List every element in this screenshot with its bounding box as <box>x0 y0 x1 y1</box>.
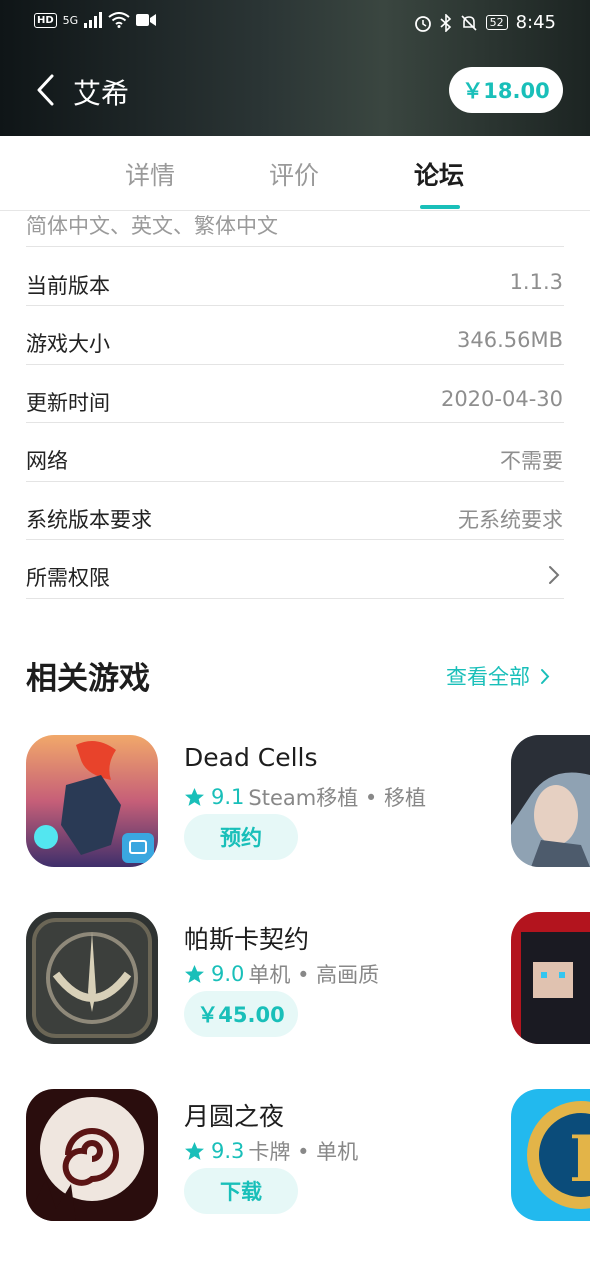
divider <box>26 539 564 540</box>
version-label: 当前版本 <box>26 274 110 298</box>
game-item[interactable]: 月圆之夜 9.3 卡牌 • 单机 下载 <box>26 1089 516 1221</box>
buy-price-button[interactable]: ￥18.00 <box>449 67 563 113</box>
signal-icon <box>84 12 103 28</box>
next-game-icon[interactable] <box>511 912 590 1044</box>
see-all-label: 查看全部 <box>446 665 530 689</box>
battery-level: 52 <box>485 15 508 30</box>
tab-bar: 详情 评价 论坛 <box>0 136 590 211</box>
chevron-right-icon <box>541 668 550 684</box>
game-meta: 9.0 单机 • 高画质 <box>184 959 379 989</box>
chevron-right-icon[interactable] <box>548 565 560 585</box>
divider <box>26 305 564 306</box>
divider <box>26 364 564 365</box>
hd-badge: HD <box>34 12 57 28</box>
divider <box>26 422 564 423</box>
game-item[interactable]: Dead Cells 9.1 Steam移植 • 移植 预约 <box>26 735 516 867</box>
clock: 8:45 <box>515 12 556 33</box>
network-label: 5G <box>62 13 79 27</box>
dead-cells-icon[interactable] <box>26 735 158 867</box>
app-header: HD 5G 52 8:45 艾希 ￥18.00 <box>0 0 590 136</box>
alarm-icon <box>414 15 431 32</box>
status-left: HD 5G <box>34 12 157 28</box>
wifi-icon <box>108 12 130 28</box>
system-req-label: 系统版本要求 <box>26 508 152 532</box>
version-value: 1.1.3 <box>509 270 563 294</box>
size-value: 346.56MB <box>456 328 563 352</box>
divider <box>26 246 564 247</box>
price-button[interactable]: ￥45.00 <box>184 991 298 1037</box>
game-score: 9.1 <box>211 785 245 809</box>
star-icon <box>185 964 204 983</box>
next-game-icon[interactable]: L <box>511 1089 590 1221</box>
svg-text:L: L <box>569 1122 590 1197</box>
divider <box>26 481 564 482</box>
game-tags: Steam移植 • 移植 <box>248 786 426 810</box>
divider <box>26 598 564 599</box>
permissions-row[interactable]: 所需权限 <box>26 562 110 592</box>
page-title: 艾希 <box>73 77 130 110</box>
size-label: 游戏大小 <box>26 332 110 356</box>
game-tags: 单机 • 高画质 <box>248 963 380 987</box>
star-icon <box>185 1141 204 1160</box>
video-icon <box>136 14 157 26</box>
mute-bell-icon <box>461 14 477 31</box>
game-name: 帕斯卡契约 <box>184 925 310 954</box>
pascals-wager-icon[interactable] <box>26 912 158 1044</box>
update-time-value: 2020-04-30 <box>440 387 563 411</box>
status-bar: HD 5G 52 8:45 <box>0 0 590 44</box>
game-score: 9.3 <box>211 1139 245 1163</box>
reserve-button[interactable]: 预约 <box>184 814 298 860</box>
game-name: Dead Cells <box>184 743 318 772</box>
tab-forum[interactable]: 论坛 <box>414 156 464 192</box>
back-arrow-icon[interactable] <box>34 72 56 108</box>
update-time-label: 更新时间 <box>26 391 110 415</box>
system-req-value: 无系统要求 <box>458 508 563 532</box>
game-tags: 卡牌 • 单机 <box>248 1140 359 1164</box>
game-name: 月圆之夜 <box>184 1102 285 1131</box>
game-meta: 9.1 Steam移植 • 移植 <box>184 782 426 812</box>
download-button[interactable]: 下载 <box>184 1168 298 1214</box>
tab-details[interactable]: 详情 <box>125 156 175 192</box>
tab-reviews[interactable]: 评价 <box>269 156 319 192</box>
status-right: 52 8:45 <box>414 12 556 33</box>
full-moon-night-icon[interactable] <box>26 1089 158 1221</box>
next-game-icon[interactable] <box>511 735 590 867</box>
game-meta: 9.3 卡牌 • 单机 <box>184 1136 358 1166</box>
bluetooth-icon <box>440 13 451 32</box>
active-tab-indicator <box>420 205 460 209</box>
see-all-link[interactable]: 查看全部 <box>446 661 550 691</box>
network-label-row: 网络 <box>26 449 68 473</box>
languages-text: 简体中文、英文、繁体中文 <box>26 214 278 238</box>
network-value: 不需要 <box>500 449 563 473</box>
star-icon <box>185 787 204 806</box>
game-score: 9.0 <box>211 962 245 986</box>
game-item[interactable]: 帕斯卡契约 9.0 单机 • 高画质 ￥45.00 <box>26 912 516 1044</box>
related-games-title: 相关游戏 <box>26 661 150 697</box>
